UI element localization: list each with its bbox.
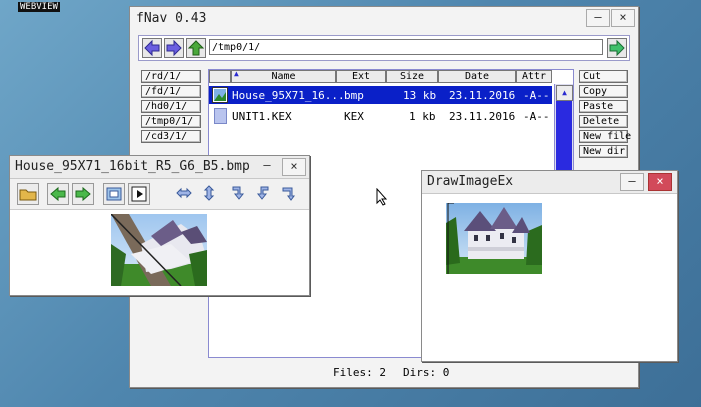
fit-screen-icon [106,187,122,201]
drive-button[interactable]: /hd0/1/ [141,100,201,113]
window-title: DrawImageEx [427,174,514,189]
previous-button[interactable] [47,183,69,205]
new-file-button[interactable]: New file [579,130,631,143]
table-row[interactable]: UNIT1.KEX KEX 1 kb 23.11.2016 -A-- [209,107,552,125]
flip-horizontal-icon [176,187,192,199]
mouse-cursor-icon [376,188,388,206]
file-icon [214,108,227,124]
file-ext: KEX [344,110,364,123]
file-attr: -A-- [523,89,550,102]
column-header-ext[interactable]: Ext [336,70,386,83]
next-button[interactable] [72,183,94,205]
window-title: fNav 0.43 [136,11,207,26]
image-file-icon [212,87,228,103]
arrow-left-icon [144,39,160,57]
fnav-titlebar[interactable]: fNav 0.43 – × [130,7,638,29]
file-size: 13 kb [403,89,437,102]
forward-button[interactable] [164,38,184,58]
house-image [446,203,542,274]
arrow-right-icon [75,186,91,202]
column-header-size[interactable]: Size [386,70,438,83]
file-ext: bmp [344,89,364,102]
file-date: 23.11.2016 [449,110,516,123]
minimize-button[interactable]: – [256,158,278,174]
open-folder-icon [19,189,37,201]
path-input[interactable] [209,39,603,55]
file-name: House_95X71_16... [232,89,345,102]
minimize-button[interactable]: – [586,9,610,27]
viewer-toolbar [10,179,309,210]
flip-vertical-button[interactable] [199,183,221,205]
column-header-attr[interactable]: Attr [516,70,552,83]
play-icon [131,186,147,202]
file-attr: -A-- [523,110,550,123]
viewer-image [111,214,207,286]
rotate-cw-icon [232,186,245,200]
slideshow-button[interactable] [128,183,150,205]
arrow-up-icon [187,40,205,56]
drive-button[interactable]: /rd/1/ [141,70,201,83]
window-title: House_95X71_16bit_R5_G6_B5.bmp [15,159,250,174]
close-button[interactable]: × [648,173,672,191]
flip-vertical-icon [203,185,215,201]
rotate-cw-button[interactable] [228,183,250,205]
column-header-date[interactable]: Date [438,70,516,83]
delete-button[interactable]: Delete [579,115,628,128]
new-dir-button[interactable]: New dir [579,145,628,158]
back-button[interactable] [142,38,162,58]
drive-button[interactable]: /tmp0/1/ [141,115,201,128]
file-date: 23.11.2016 [449,89,516,102]
drive-button[interactable]: /fd/1/ [141,85,201,98]
arrow-left-icon [50,186,66,202]
fit-screen-button[interactable] [103,183,125,205]
desktop-label: WEBVIEW [18,2,60,12]
column-header-name[interactable]: Name [231,70,336,83]
image-viewer-window: House_95X71_16bit_R5_G6_B5.bmp – × [9,155,310,296]
rotate-ccw-button[interactable] [253,183,275,205]
cut-button[interactable]: Cut [579,70,628,83]
table-row[interactable]: House_95X71_16... bmp 13 kb 23.11.2016 -… [209,86,552,104]
column-header-icon[interactable] [209,70,231,83]
drive-button[interactable]: /cd3/1/ [141,130,201,143]
file-size: 1 kb [409,110,436,123]
arrow-right-icon [166,39,182,57]
minimize-button[interactable]: – [620,173,644,191]
arrow-right-icon [609,39,625,57]
flip-horizontal-button[interactable] [174,183,196,205]
open-button[interactable] [17,183,39,205]
sort-indicator-icon: ▲ [234,69,239,78]
address-bar [138,35,630,61]
rotate-ccw-icon [256,186,269,200]
drawimage-titlebar[interactable]: DrawImageEx – × [422,171,677,194]
close-button[interactable]: × [611,9,635,27]
copy-button[interactable]: Copy [579,85,628,98]
dirs-count: Dirs: 0 [403,366,450,379]
scroll-thumb[interactable] [556,101,572,181]
viewer-titlebar[interactable]: House_95X71_16bit_R5_G6_B5.bmp – × [10,156,309,179]
scroll-up-button[interactable]: ▲ [556,85,573,101]
rotate-180-icon [282,187,295,201]
files-count: Files: 2 [333,366,386,379]
file-name: UNIT1.KEX [232,110,292,123]
drawimage-window: DrawImageEx – × [421,170,678,362]
go-button[interactable] [607,38,627,58]
close-button[interactable]: × [282,158,306,176]
paste-button[interactable]: Paste [579,100,628,113]
rotate-180-button[interactable] [278,183,300,205]
up-button[interactable] [186,38,206,58]
